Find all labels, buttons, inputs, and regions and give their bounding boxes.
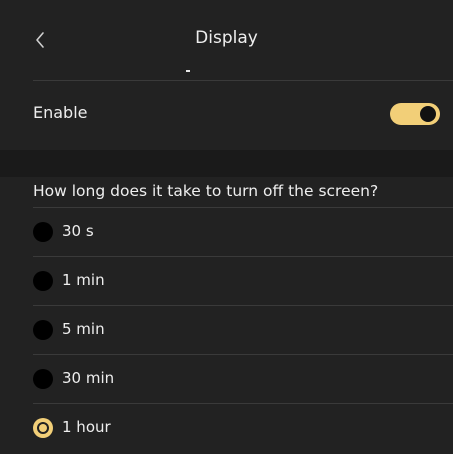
timeout-option-1min[interactable]: 1 min [0, 257, 453, 306]
option-label: 30 s [62, 222, 94, 240]
header: Display [0, 0, 453, 80]
radio-dot [37, 422, 49, 434]
enable-toggle[interactable] [390, 103, 440, 125]
enable-label: Enable [33, 103, 88, 122]
radio-unselected[interactable] [33, 320, 53, 340]
section-separator [0, 150, 453, 177]
radio-selected[interactable] [33, 418, 53, 438]
radio-unselected[interactable] [33, 271, 53, 291]
page-title: Display [195, 28, 258, 48]
scroll-indicator [186, 70, 190, 72]
toggle-knob [420, 106, 436, 122]
enable-row: Enable [0, 82, 453, 146]
timeout-question: How long does it take to turn off the sc… [33, 182, 379, 200]
divider [33, 80, 453, 81]
timeout-option-5min[interactable]: 5 min [0, 306, 453, 355]
option-label: 1 min [62, 271, 105, 289]
option-label: 30 min [62, 369, 115, 387]
timeout-option-30s[interactable]: 30 s [0, 208, 453, 257]
radio-unselected[interactable] [33, 222, 53, 242]
radio-unselected[interactable] [33, 369, 53, 389]
timeout-option-1hour[interactable]: 1 hour [0, 404, 453, 453]
option-label: 1 hour [62, 418, 111, 436]
timeout-option-30min[interactable]: 30 min [0, 355, 453, 404]
option-label: 5 min [62, 320, 105, 338]
